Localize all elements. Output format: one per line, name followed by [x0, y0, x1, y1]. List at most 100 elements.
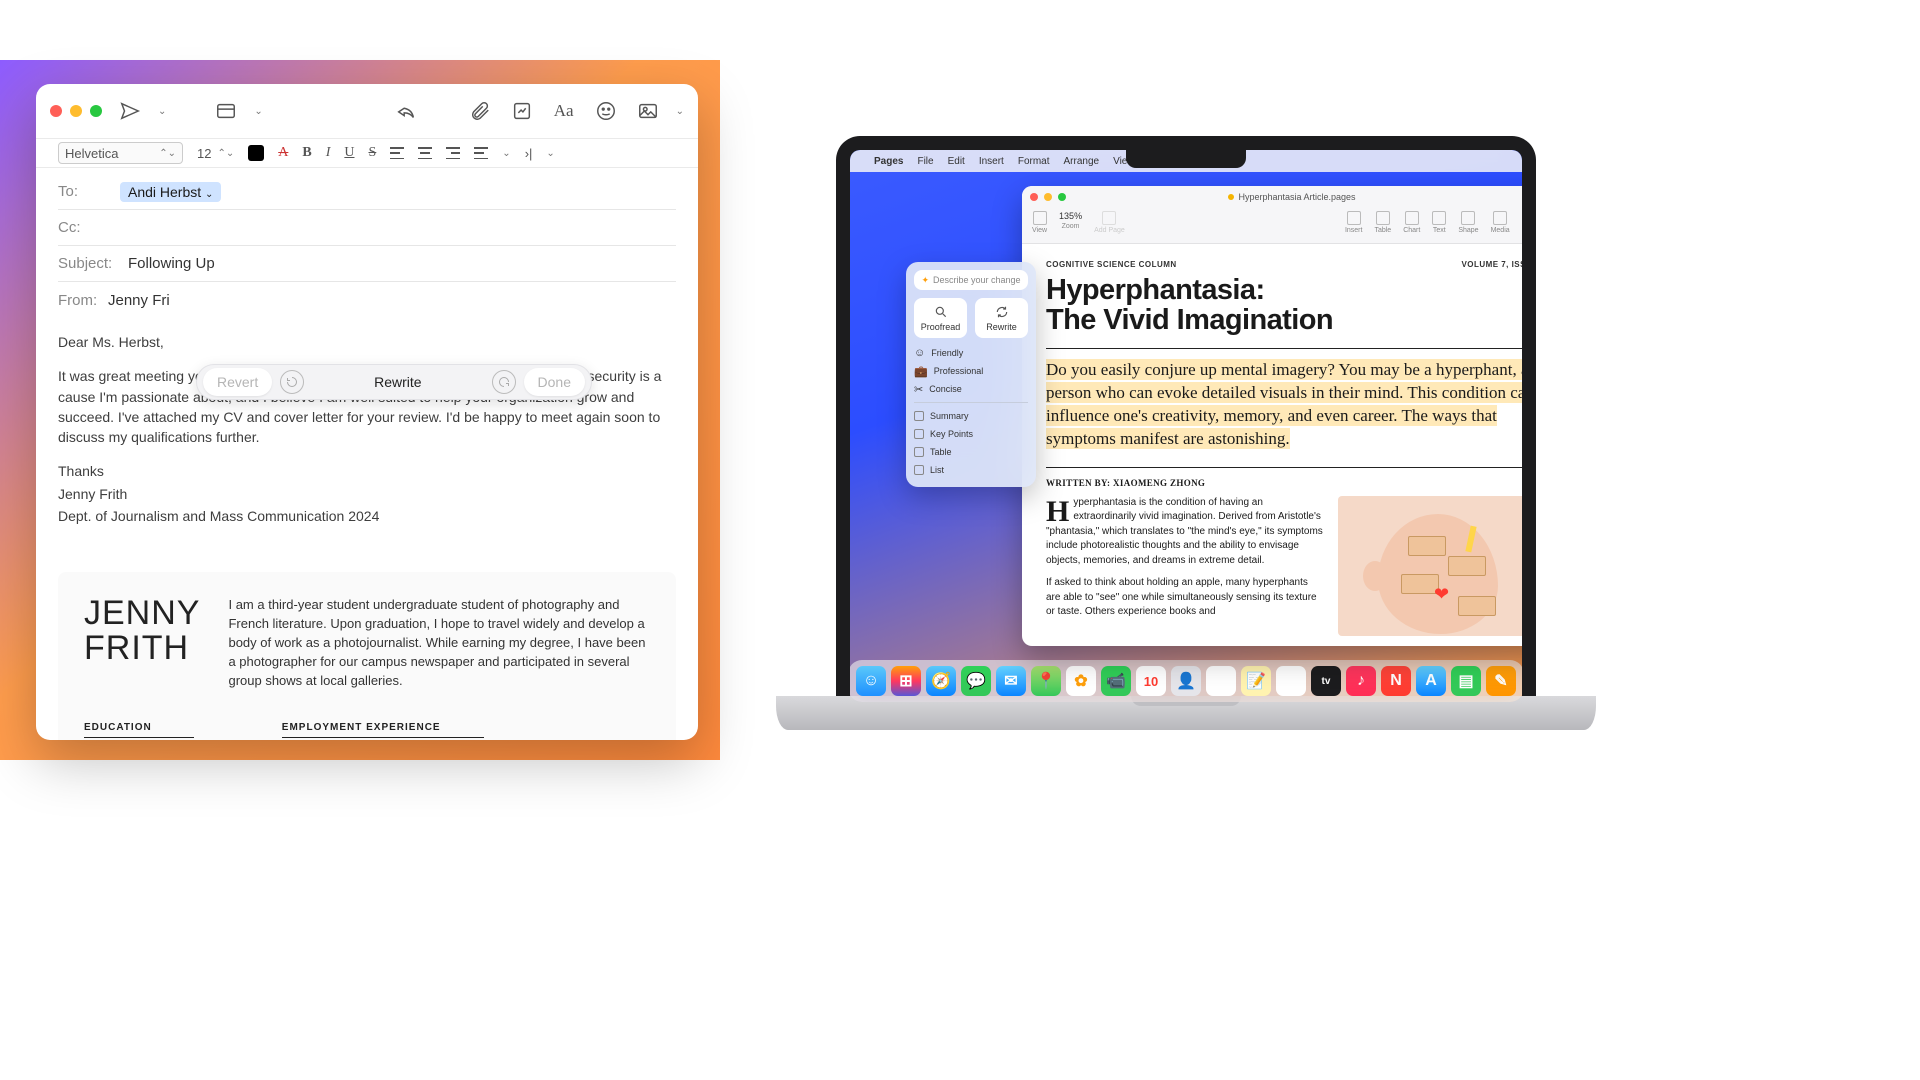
dock-app-tv[interactable]: tv	[1311, 666, 1341, 696]
display-notch	[1126, 150, 1246, 168]
menubar-item[interactable]: Arrange	[1064, 156, 1100, 167]
friendly-option[interactable]: ☺Friendly	[914, 344, 1028, 362]
table-button[interactable]: Table	[1374, 211, 1391, 234]
minimize-button[interactable]	[70, 105, 82, 117]
underline-button[interactable]: U	[344, 145, 354, 161]
dock-app-calendar[interactable]: 10	[1136, 666, 1166, 696]
header-menu-chevron-icon[interactable]: ⌄	[254, 106, 262, 117]
menubar-item[interactable]: Insert	[979, 156, 1004, 167]
send-menu-chevron-icon[interactable]: ⌄	[158, 106, 166, 117]
clear-format-icon[interactable]: A	[278, 145, 288, 161]
dock-app-news[interactable]: N	[1381, 666, 1411, 696]
signature-name: Jenny Frith	[58, 484, 676, 504]
comment-button[interactable]: Comment	[1522, 211, 1536, 234]
zoom-button[interactable]: 135%Zoom	[1059, 211, 1082, 234]
align-right-icon[interactable]	[446, 147, 460, 159]
dock-app-mail[interactable]: ✉	[996, 666, 1026, 696]
view-button[interactable]: View	[1032, 211, 1047, 234]
list-option[interactable]: List	[914, 461, 1028, 479]
mail-headers: To: Andi Herbst ⌄ Cc: Subject: Following…	[36, 168, 698, 318]
dock-app-notes[interactable]: 📝	[1241, 666, 1271, 696]
rewrite-button[interactable]: Rewrite	[975, 298, 1028, 338]
text-color-swatch[interactable]	[248, 145, 264, 161]
professional-option[interactable]: 💼Professional	[914, 362, 1028, 380]
pages-document[interactable]: COGNITIVE SCIENCE COLUMN VOLUME 7, ISSUE…	[1022, 244, 1536, 646]
strike-button[interactable]: S	[369, 145, 377, 161]
cc-label: Cc:	[58, 219, 110, 236]
summary-option[interactable]: Summary	[914, 407, 1028, 425]
menubar-item[interactable]: File	[917, 156, 933, 167]
resume-name: JENNY FRITH	[84, 596, 200, 665]
article-byline: WRITTEN BY: XIAOMENG ZHONG	[1046, 478, 1536, 488]
signature-dept: Dept. of Journalism and Mass Communicati…	[58, 506, 676, 526]
close-button[interactable]	[50, 105, 62, 117]
dock-app-finder[interactable]: ☺	[856, 666, 886, 696]
list-icon[interactable]	[474, 147, 488, 159]
concise-option[interactable]: ✂Concise	[914, 380, 1028, 398]
to-recipient-pill[interactable]: Andi Herbst ⌄	[120, 182, 221, 202]
resume-attachment: JENNY FRITH I am a third-year student un…	[58, 572, 676, 740]
pages-window: Hyperphantasia Article.pages View 135%Zo…	[1022, 186, 1536, 646]
header-fields-icon[interactable]	[212, 97, 240, 125]
greeting: Dear Ms. Herbst,	[58, 332, 676, 352]
fullscreen-button[interactable]	[90, 105, 102, 117]
add-page-button[interactable]: Add Page	[1094, 211, 1125, 234]
dock-app-photos[interactable]: ✿	[1066, 666, 1096, 696]
close-button[interactable]	[1030, 193, 1038, 201]
dock-app-launchpad[interactable]: ⊞	[891, 666, 921, 696]
reply-icon[interactable]	[392, 97, 420, 125]
revert-button[interactable]: Revert	[203, 368, 272, 396]
dock-app-pages[interactable]: ✎	[1486, 666, 1516, 696]
describe-change-field[interactable]: ✦Describe your change	[914, 270, 1028, 290]
fullscreen-button[interactable]	[1058, 193, 1066, 201]
dock-app-safari[interactable]: 🧭	[926, 666, 956, 696]
align-center-icon[interactable]	[418, 147, 432, 159]
dock-app-numbers[interactable]: ▤	[1451, 666, 1481, 696]
emoji-icon[interactable]	[592, 97, 620, 125]
format-icon[interactable]: Aa	[550, 97, 578, 125]
table-option[interactable]: Table	[914, 443, 1028, 461]
italic-button[interactable]: I	[326, 145, 331, 161]
dock-app-facetime[interactable]: 📹	[1101, 666, 1131, 696]
employment-heading: EMPLOYMENT EXPERIENCE	[282, 722, 485, 738]
resume-bio: I am a third-year student undergraduate …	[228, 596, 650, 690]
chart-button[interactable]: Chart	[1403, 211, 1420, 234]
bold-button[interactable]: B	[302, 145, 311, 161]
mail-body[interactable]: Dear Ms. Herbst, It was great meeting yo…	[36, 318, 698, 554]
media-button[interactable]: Media	[1491, 211, 1510, 234]
shape-button[interactable]: Shape	[1458, 211, 1478, 234]
from-value[interactable]: Jenny Fri	[108, 292, 170, 309]
subject-value[interactable]: Following Up	[128, 255, 215, 272]
done-button[interactable]: Done	[524, 368, 585, 396]
font-family-select[interactable]: Helvetica ⌃⌄	[58, 142, 183, 164]
dock-app-freeform[interactable]: ✎	[1276, 666, 1306, 696]
indent-chevron-icon[interactable]: ⌄	[546, 148, 554, 159]
proofread-button[interactable]: Proofread	[914, 298, 967, 338]
dock-app-appstore[interactable]: A	[1416, 666, 1446, 696]
markup-icon[interactable]	[508, 97, 536, 125]
keypoints-option[interactable]: Key Points	[914, 425, 1028, 443]
macbook-device: Pages File Edit Insert Format Arrange Vi…	[836, 136, 1536, 716]
menubar-item[interactable]: Format	[1018, 156, 1050, 167]
indent-icon[interactable]: ›|	[525, 146, 533, 161]
from-label: From:	[58, 292, 98, 309]
dock-app-maps[interactable]: 📍	[1031, 666, 1061, 696]
text-button[interactable]: Text	[1432, 211, 1446, 234]
insert-button[interactable]: Insert	[1345, 211, 1363, 234]
send-icon[interactable]	[116, 97, 144, 125]
font-size-select[interactable]: 12 ⌃⌄	[197, 146, 234, 161]
undo-icon[interactable]	[280, 370, 304, 394]
minimize-button[interactable]	[1044, 193, 1052, 201]
dock-app-music[interactable]: ♪	[1346, 666, 1376, 696]
redo-icon[interactable]	[492, 370, 516, 394]
menubar-app-name[interactable]: Pages	[874, 156, 903, 167]
align-left-icon[interactable]	[390, 147, 404, 159]
menubar-item[interactable]: Edit	[948, 156, 965, 167]
dock-app-messages[interactable]: 💬	[961, 666, 991, 696]
dock-app-reminders[interactable]: ☑	[1206, 666, 1236, 696]
photo-icon[interactable]	[634, 97, 662, 125]
attach-icon[interactable]	[466, 97, 494, 125]
dock-app-contacts[interactable]: 👤	[1171, 666, 1201, 696]
list-chevron-icon[interactable]: ⌄	[502, 148, 510, 159]
photo-menu-chevron-icon[interactable]: ⌄	[676, 106, 684, 117]
